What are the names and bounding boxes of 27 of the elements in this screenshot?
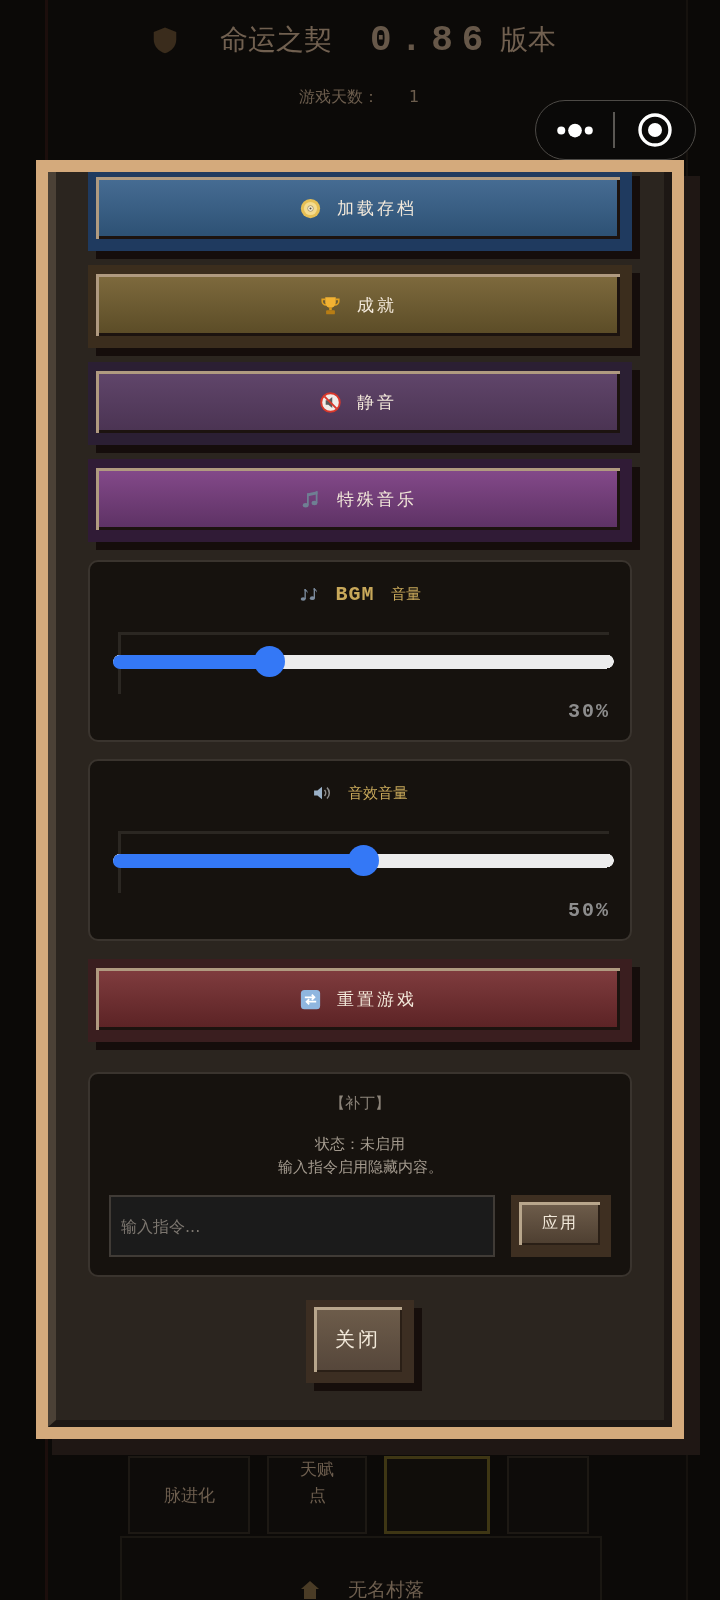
location-name: 无名村落: [348, 1578, 424, 1600]
version-number: 0.86: [370, 19, 493, 61]
day-label: 游戏天数：: [298, 87, 379, 108]
menu-tile[interactable]: [384, 1456, 490, 1534]
menu-tile[interactable]: 天赋点: [267, 1456, 367, 1534]
patch-title: 【补丁】: [330, 1093, 390, 1114]
version-label: 版本: [500, 22, 557, 58]
volume-label: 音量: [390, 584, 421, 604]
muted-speaker-icon: [319, 391, 341, 413]
slider-thumb[interactable]: [254, 646, 285, 677]
more-icon[interactable]: [556, 122, 594, 138]
disc-icon: [299, 197, 321, 219]
day-value: 1: [408, 87, 420, 108]
target-icon[interactable]: [637, 113, 672, 147]
game-title: 命运之契: [220, 22, 332, 58]
patch-status: 状态：未启用: [315, 1134, 405, 1155]
refresh-icon: [299, 988, 321, 1010]
command-input[interactable]: 输入指令...: [109, 1195, 495, 1257]
menu-tile[interactable]: 脉进化: [128, 1456, 250, 1534]
volume-label: 音效音量: [348, 783, 408, 803]
trophy-icon: [319, 294, 341, 316]
bgm-tag: BGM: [335, 582, 375, 606]
volume-reading: 50%: [568, 900, 610, 922]
volume-reading: 30%: [568, 701, 610, 723]
apply-button[interactable]: 应用: [511, 1195, 611, 1257]
patch-hint: 输入指令启用隐藏内容。: [277, 1157, 443, 1178]
slider-thumb[interactable]: [348, 845, 379, 876]
